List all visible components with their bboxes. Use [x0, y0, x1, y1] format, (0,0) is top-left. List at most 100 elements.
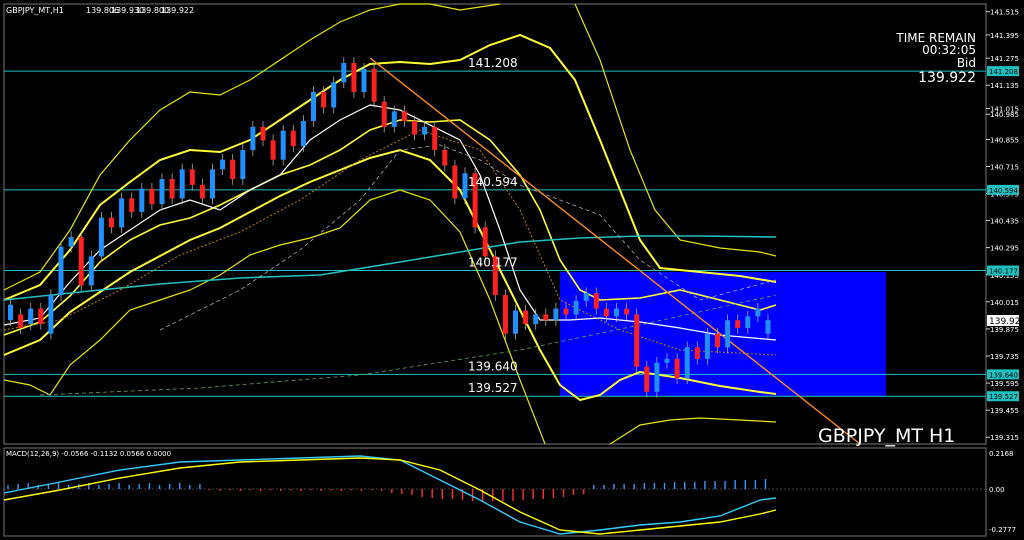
candle-body [614, 308, 619, 317]
candle-body [210, 169, 215, 199]
price-tick-label: 139.455 [990, 407, 1019, 415]
candle-body [321, 92, 327, 108]
candle-body [573, 300, 579, 315]
candle-body [240, 150, 246, 180]
level-label: 139.640 [468, 359, 518, 373]
bid-label: Bid [957, 56, 976, 70]
candle-body [159, 179, 165, 205]
price-tick-label: 140.855 [990, 136, 1019, 144]
candle-body [300, 121, 306, 147]
price-tick-label: 140.015 [990, 299, 1019, 307]
candle-body [694, 347, 700, 359]
candle-body [58, 246, 64, 296]
candle-body [109, 217, 114, 228]
candle-body [543, 314, 549, 321]
candle-body [351, 62, 357, 92]
ohlc-close: 139.922 [161, 6, 194, 15]
candle-body [745, 316, 751, 328]
candle-body [149, 188, 155, 205]
candle-body [230, 159, 236, 180]
candle-body [68, 237, 74, 247]
candle-body [199, 184, 205, 199]
level-tag-text: 139.640 [989, 371, 1018, 379]
price-tick-label: 139.315 [990, 434, 1019, 442]
candle-body [624, 308, 630, 315]
candle-body [371, 68, 377, 102]
macd-label: MACD(12,26,9) -0.0566 -0.1132 0.0566 0.0… [6, 450, 171, 458]
candle-body [270, 140, 276, 160]
candle-body [331, 82, 337, 108]
candle-body [250, 126, 256, 151]
candle-body [260, 126, 266, 141]
candle-body [765, 320, 771, 334]
candle-body [78, 237, 84, 286]
candle-body [28, 308, 34, 325]
bid-price: 139.922 [918, 70, 976, 86]
price-tick-label: 141.135 [990, 82, 1019, 90]
price-tick-label: 140.985 [990, 111, 1019, 119]
price-tick-label: 140.295 [990, 245, 1019, 253]
candle-body [482, 227, 488, 257]
price-tick-label: 141.515 [990, 9, 1019, 17]
candle-body [48, 295, 54, 334]
candle-body [704, 333, 710, 359]
candle-body [290, 130, 296, 147]
candle-body [502, 295, 508, 334]
price-tick-label: 139.875 [990, 326, 1019, 334]
level-tag-text: 140.177 [989, 268, 1018, 276]
candle-body [391, 111, 397, 127]
support-resistance-zone[interactable] [560, 272, 886, 396]
symbol-watermark: GBPJPY_MT H1 [818, 425, 955, 447]
svg-text:139.922: 139.922 [989, 317, 1024, 327]
candle-body [735, 320, 741, 328]
level-label: 141.208 [468, 56, 518, 70]
symbol-info: GBPJPY_MT,H1 [6, 6, 64, 15]
candle-body [432, 126, 438, 151]
candle-body [18, 314, 24, 328]
candle-body [462, 173, 468, 199]
candle-body [452, 165, 458, 199]
candle-body [634, 314, 640, 367]
countdown: 00:32:05 [922, 43, 976, 57]
price-tick-label: 139.735 [990, 353, 1019, 361]
level-label: 140.177 [468, 256, 518, 270]
candle-body [654, 362, 660, 392]
candle-body [139, 188, 145, 212]
candle-body [189, 169, 195, 185]
candle-body [684, 347, 690, 379]
candle-body [361, 68, 367, 92]
candle-body [98, 217, 104, 257]
candle-body [179, 169, 185, 199]
candle-body [412, 121, 417, 135]
candle-body [401, 111, 407, 122]
macd-axis-top: 0.2168 [989, 450, 1014, 458]
candle-body [513, 310, 518, 334]
candle-body [553, 308, 559, 321]
candle-body [38, 308, 44, 325]
candle-body [169, 179, 175, 199]
candle-body [381, 101, 387, 127]
current-price-tag: 139.922 [987, 315, 1024, 327]
price-tick-label: 141.275 [990, 55, 1019, 63]
candle-body [583, 293, 589, 301]
macd-axis-bottom: -0.2777 [989, 526, 1016, 534]
candle-body [220, 159, 226, 170]
candle-body [129, 198, 135, 212]
price-tick-label: 141.395 [990, 32, 1019, 40]
level-tag-text: 140.594 [989, 187, 1018, 195]
level-tag-text: 141.208 [989, 68, 1018, 76]
candle-body [603, 308, 609, 317]
candle-body [725, 320, 731, 348]
candle-body [8, 304, 13, 321]
candle-body [422, 126, 428, 135]
price-chart[interactable]: 141.515141.395141.275141.135141.015140.9… [0, 0, 1024, 540]
level-label: 139.527 [468, 381, 518, 395]
candle-body [533, 314, 539, 325]
price-tick-label: 140.435 [990, 218, 1019, 226]
level-label: 140.594 [468, 175, 518, 189]
price-tick-label: 140.715 [990, 163, 1019, 171]
candle-body [664, 358, 670, 363]
candle-body [341, 62, 347, 83]
macd-axis-zero: 0.00 [989, 486, 1005, 494]
candle-body [644, 366, 650, 392]
